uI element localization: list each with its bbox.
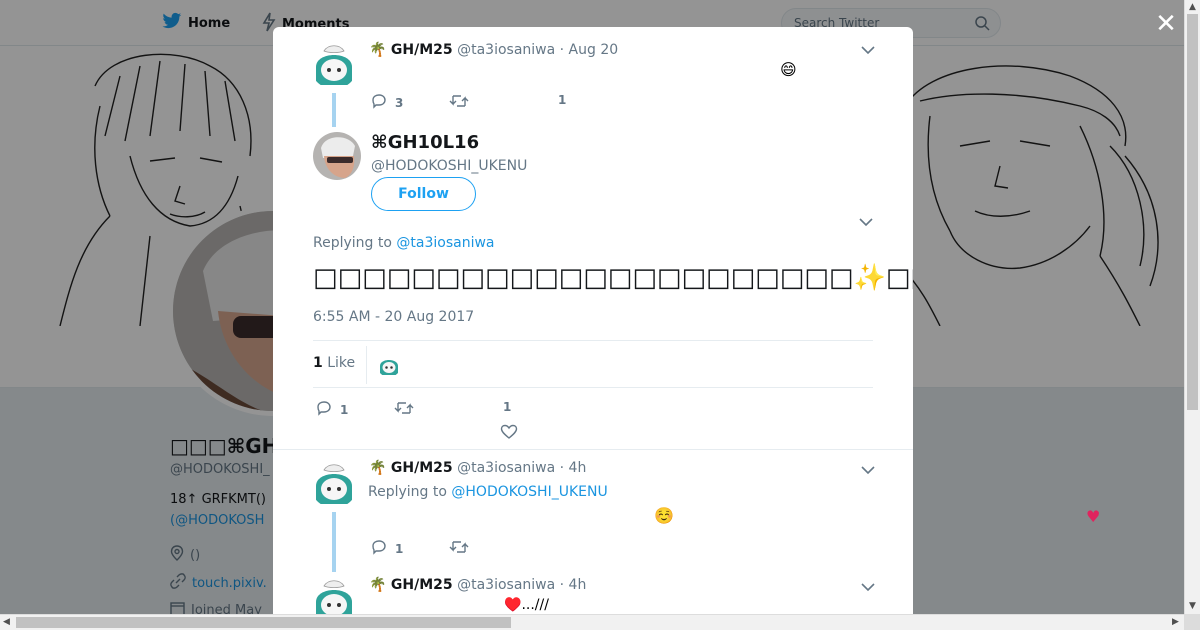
profile-page: Home Moments Search Twitter □□□⌘GH1 @HOD… <box>0 0 1184 614</box>
tweet-timestamp[interactable]: 6:55 AM - 20 Aug 2017 <box>313 309 474 325</box>
tweet-date[interactable]: · 4h <box>560 577 587 593</box>
liker-avatar[interactable] <box>377 353 401 377</box>
thread-line <box>332 93 336 127</box>
avatar[interactable] <box>310 460 358 508</box>
divider <box>273 449 913 450</box>
display-name[interactable]: GH/M25 <box>391 460 453 476</box>
display-name[interactable]: ⌘GH10L16 <box>371 132 479 153</box>
divider <box>366 346 367 384</box>
like-stat[interactable]: 1 Like <box>313 355 355 371</box>
chevron-down-icon[interactable] <box>861 580 875 596</box>
tweet-stats: 1 Like <box>313 340 873 388</box>
name-emoji: 🌴 <box>369 577 387 593</box>
like-stat-label: Like <box>327 355 356 371</box>
retweet-button[interactable] <box>449 539 469 558</box>
tweet-header: 🌴 GH/M25 @ta3iosaniwa · 4h <box>369 460 586 476</box>
scroll-up-arrow[interactable]: ▲ <box>1189 2 1196 12</box>
chevron-down-icon[interactable] <box>861 43 875 59</box>
avatar[interactable] <box>310 576 358 614</box>
heart-emoji: ♥️ <box>504 597 522 613</box>
like-count: 1 <box>558 93 567 107</box>
chevron-down-icon[interactable] <box>859 215 873 231</box>
retweet-button[interactable] <box>449 93 469 112</box>
user-handle[interactable]: @ta3iosaniwa <box>457 460 555 476</box>
horizontal-scroll-thumb[interactable] <box>16 617 511 628</box>
replying-to-link[interactable]: @ta3iosaniwa <box>396 235 494 251</box>
like-count-label: 1 <box>558 93 566 107</box>
tweet-text: □□□□□□□□□□□□□□□□□□□□□□✨□□□□□□□□□□□□□□□□□… <box>313 263 913 293</box>
replying-to: Replying to @ta3iosaniwa <box>313 235 495 251</box>
tweet-emoji: ☺️ <box>654 506 674 525</box>
reply-button[interactable]: 1 <box>371 539 403 558</box>
tweet-text-part2: □□□□□□□□□□□□□□□□□□□□□□□□□□□□□□□□□□□□□□□□… <box>885 263 913 293</box>
tweet-date[interactable]: · Aug 20 <box>560 42 619 58</box>
reply-icon <box>316 400 332 419</box>
name-emoji: 🌴 <box>369 42 387 58</box>
scroll-right-arrow[interactable]: ▶ <box>1172 617 1179 627</box>
follow-button[interactable]: Follow <box>371 177 476 211</box>
reply-button[interactable]: 3 <box>371 93 403 112</box>
reply-button[interactable]: 1 <box>316 400 348 419</box>
close-icon[interactable]: ✕ <box>1154 11 1178 37</box>
scroll-down-arrow[interactable]: ▼ <box>1189 601 1196 611</box>
reply-count: 1 <box>340 402 349 417</box>
retweet-icon <box>394 400 414 419</box>
avatar[interactable] <box>310 41 358 89</box>
tweet-header: 🌴 GH/M25 @ta3iosaniwa · Aug 20 <box>369 42 618 58</box>
reply-count: 1 <box>395 541 404 556</box>
display-name[interactable]: GH/M25 <box>391 42 453 58</box>
like-count: 1 <box>503 400 512 414</box>
tweet-emoji: 😄 <box>780 60 797 79</box>
tweet-modal: 🌴 GH/M25 @ta3iosaniwa · Aug 20 😄 3 1 ⌘GH… <box>273 27 913 614</box>
replying-prefix: Replying to <box>313 235 392 251</box>
user-handle[interactable]: @ta3iosaniwa <box>457 577 555 593</box>
user-handle[interactable]: @HODOKOSHI_UKENU <box>371 158 527 174</box>
avatar[interactable] <box>313 132 361 180</box>
replying-prefix: Replying to <box>368 484 447 500</box>
retweet-icon <box>449 539 469 558</box>
thread-line <box>332 512 336 572</box>
name-emoji: 🌴 <box>369 460 387 476</box>
replying-to: Replying to @HODOKOSHI_UKENU <box>368 484 608 500</box>
display-name[interactable]: GH/M25 <box>391 577 453 593</box>
tweet-text-part1: □□□□□□□□□□□□□□□□□□□□□□ <box>313 263 854 293</box>
like-stat-count: 1 <box>313 355 323 371</box>
tweet-text: ♥️.../// <box>504 597 549 613</box>
vertical-scroll-thumb[interactable] <box>1187 14 1198 410</box>
like-count-label: 1 <box>503 400 511 414</box>
heart-icon <box>500 424 518 443</box>
chevron-down-icon[interactable] <box>861 463 875 479</box>
heart-icon: ♥ <box>1086 507 1101 526</box>
retweet-icon <box>449 93 469 112</box>
retweet-button[interactable] <box>394 400 414 419</box>
reply-icon <box>371 539 387 558</box>
horizontal-scrollbar[interactable]: ◀ ▶ <box>0 614 1184 630</box>
scroll-left-arrow[interactable]: ◀ <box>3 617 10 627</box>
sparkles-emoji: ✨ <box>853 263 886 293</box>
replying-to-link[interactable]: @HODOKOSHI_UKENU <box>451 484 607 500</box>
tweet-header: 🌴 GH/M25 @ta3iosaniwa · 4h <box>369 577 586 593</box>
reply-icon <box>371 93 387 112</box>
scrollbar-corner <box>1184 614 1200 630</box>
user-handle[interactable]: @ta3iosaniwa <box>457 42 555 58</box>
tweet-text-content: .../// <box>521 597 549 613</box>
like-button[interactable] <box>500 424 518 443</box>
reply-count: 3 <box>395 95 404 110</box>
tweet-date[interactable]: · 4h <box>560 460 587 476</box>
vertical-scrollbar[interactable]: ▲ ▼ <box>1184 0 1200 614</box>
